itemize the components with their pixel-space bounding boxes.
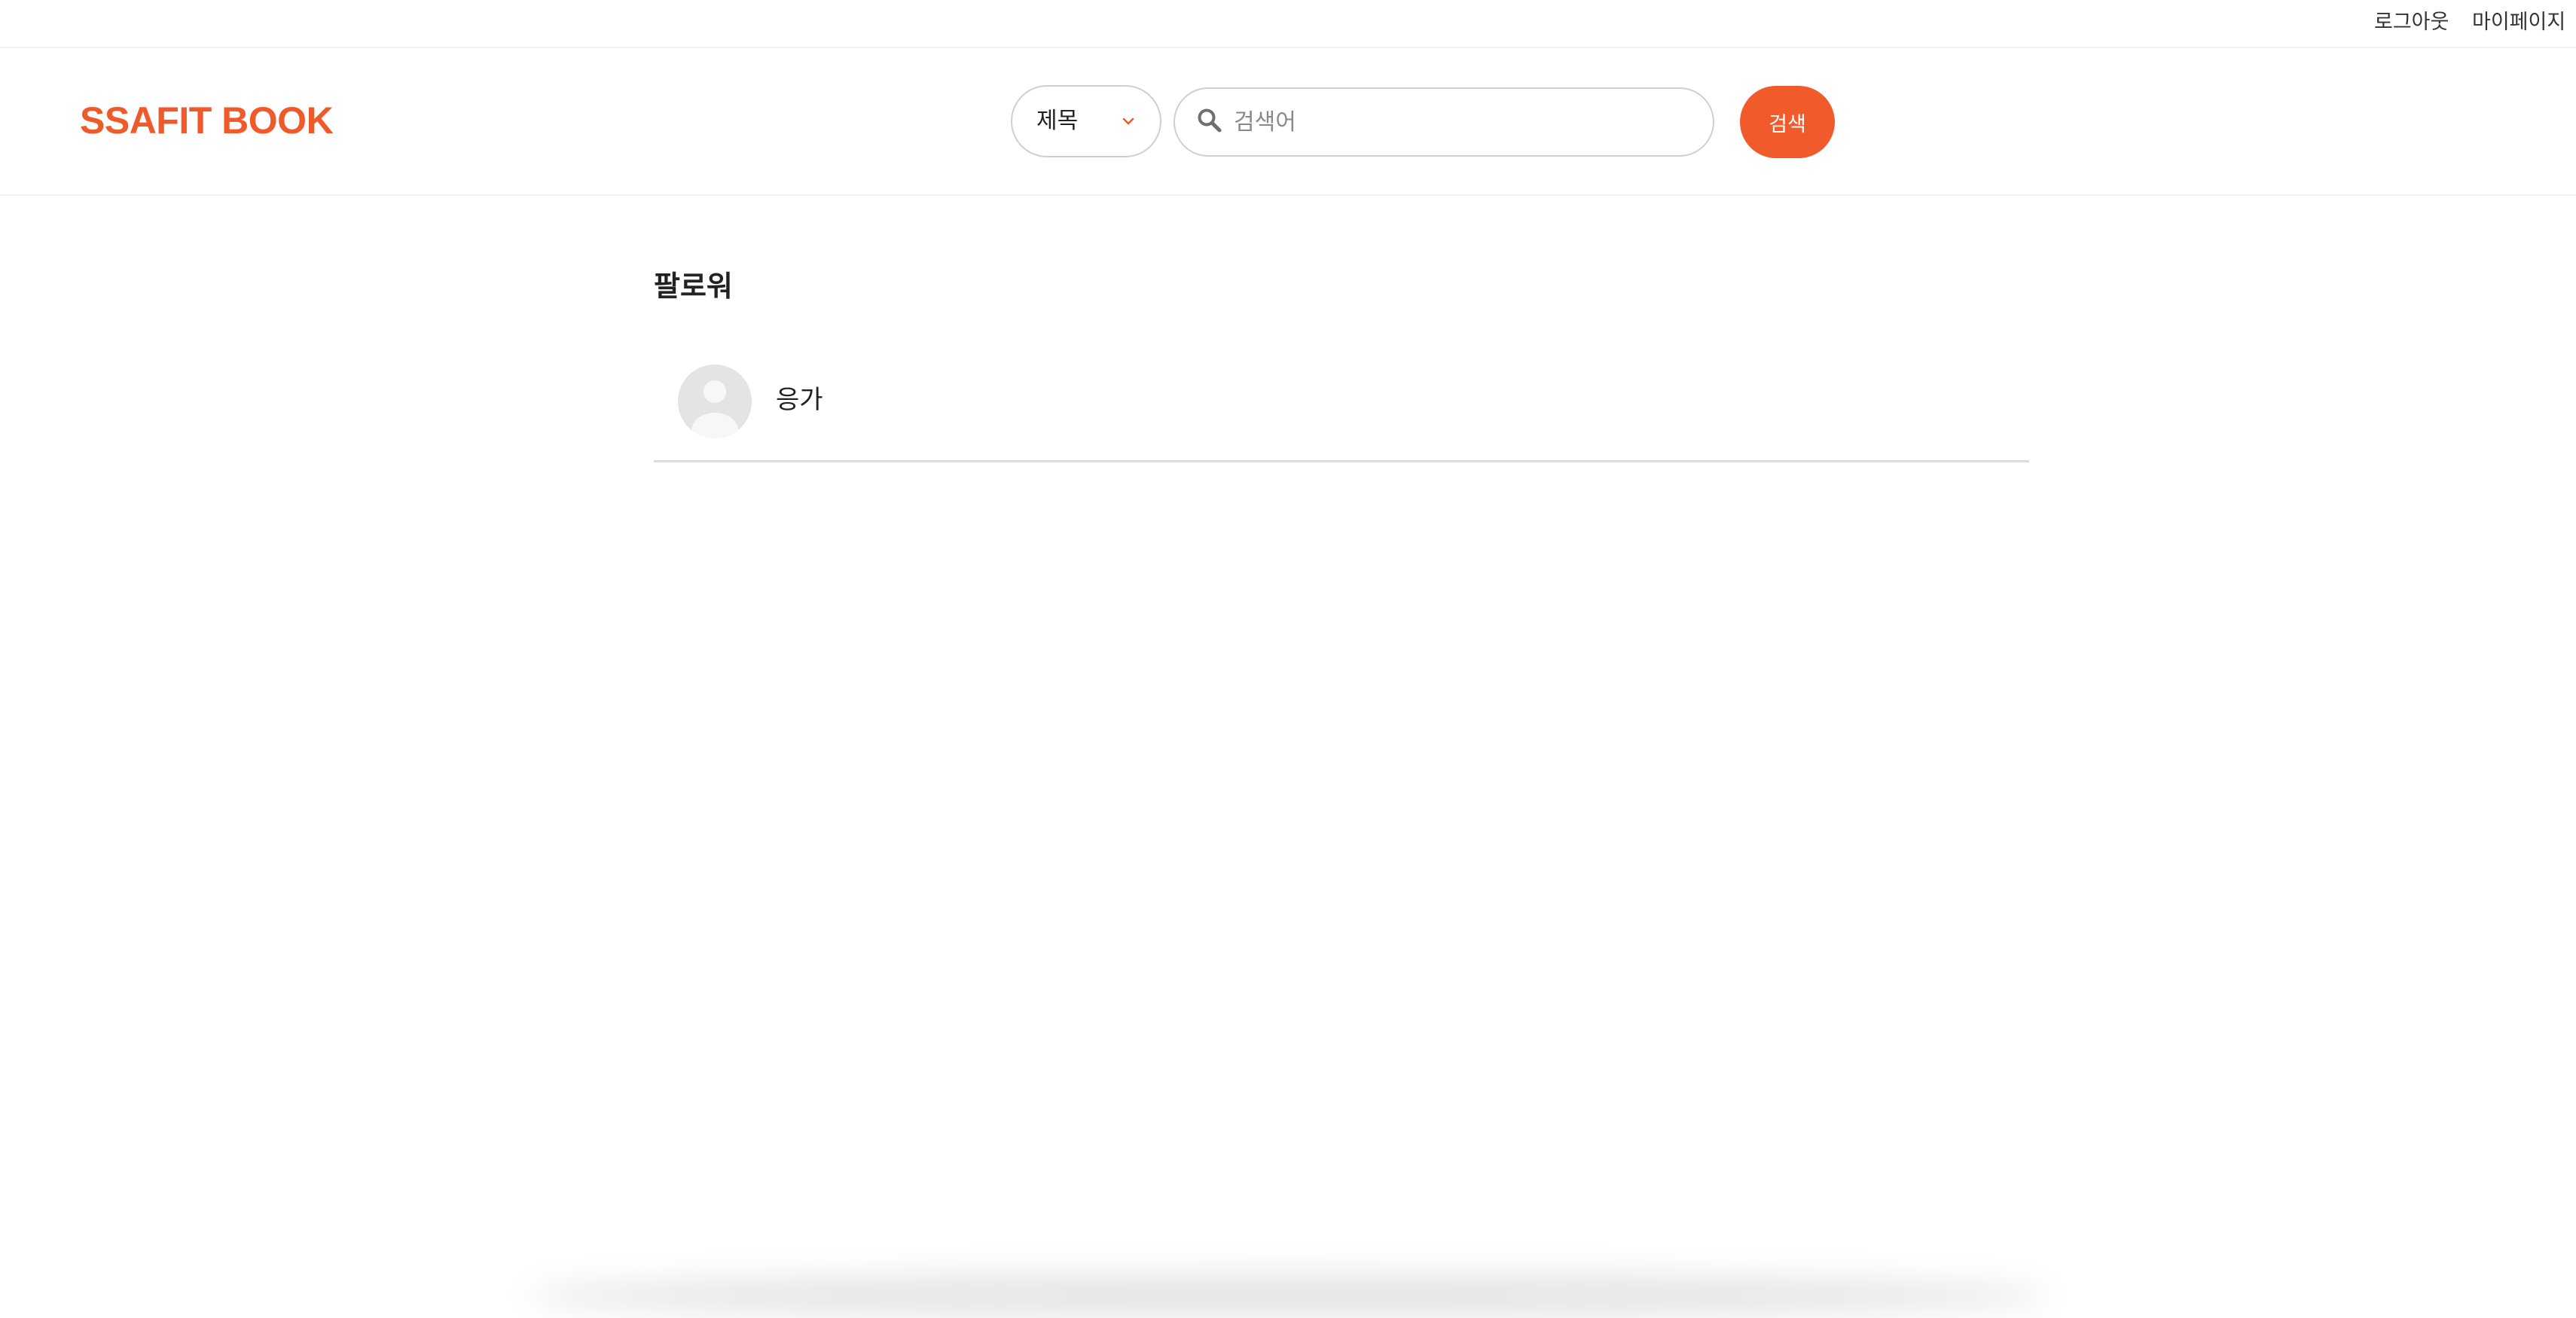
logout-link[interactable]: 로그아웃 <box>2374 9 2449 36</box>
chevron-down-icon <box>1122 117 1134 125</box>
site-logo[interactable]: SSAFIT BOOK <box>80 98 334 143</box>
mypage-link[interactable]: 마이페이지 <box>2472 9 2565 36</box>
top-utility-bar: 로그아웃 마이페이지 <box>0 0 2576 48</box>
search-type-select[interactable]: 제목 <box>1011 85 1161 157</box>
bottom-shadow <box>527 1273 2049 1318</box>
search-input[interactable] <box>1234 104 1686 140</box>
search-box <box>1174 87 1714 157</box>
search-button[interactable]: 검색 <box>1740 86 1835 158</box>
search-icon <box>1198 108 1222 133</box>
list-item[interactable]: 응가 <box>654 357 2029 462</box>
default-avatar-icon[interactable] <box>678 365 752 438</box>
site-header: SSAFIT BOOK 제목 검색 <box>0 48 2576 196</box>
follower-name[interactable]: 응가 <box>776 383 823 417</box>
search-type-selected: 제목 <box>1036 108 1079 134</box>
page-title: 팔로워 <box>654 270 733 303</box>
